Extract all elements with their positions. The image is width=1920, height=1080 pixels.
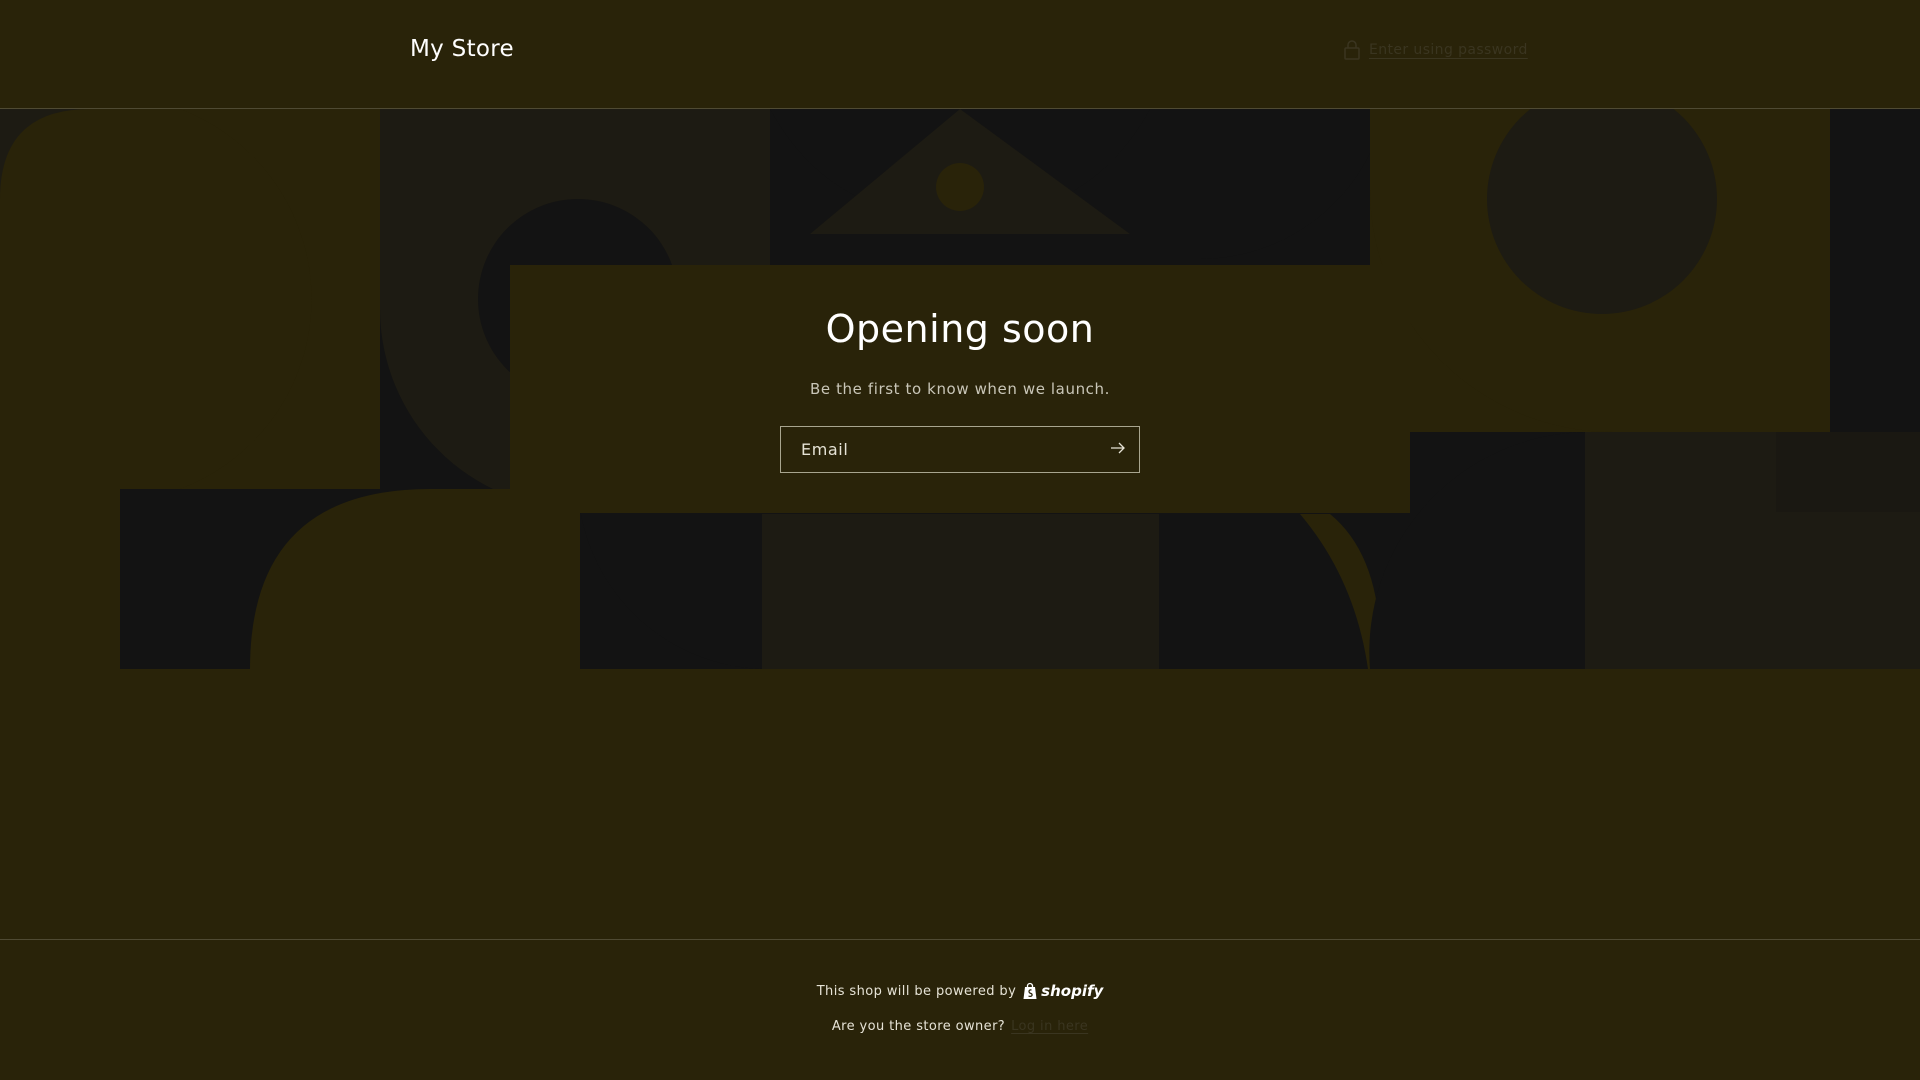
store-name[interactable]: My Store bbox=[410, 36, 514, 62]
shopify-logo[interactable]: shopify bbox=[1022, 982, 1103, 1000]
page-subtitle: Be the first to know when we launch. bbox=[809, 380, 1111, 398]
email-input[interactable] bbox=[781, 427, 1097, 472]
powered-by-text: This shop will be powered by bbox=[816, 983, 1017, 999]
newsletter-card: Opening soon Be the first to know when w… bbox=[510, 265, 1410, 513]
email-form bbox=[780, 426, 1140, 473]
shopify-wordmark: shopify bbox=[1041, 982, 1104, 1000]
enter-password-label[interactable]: Enter using password bbox=[1369, 42, 1528, 58]
shopify-bag-icon bbox=[1023, 982, 1037, 999]
powered-by: This shop will be powered by shopify bbox=[0, 982, 1920, 1000]
page-title: Opening soon bbox=[825, 307, 1095, 351]
store-owner-prompt: Are you the store owner? Log in here bbox=[0, 1019, 1920, 1034]
site-footer: This shop will be powered by shopify Are… bbox=[0, 939, 1920, 1080]
arrow-right-icon bbox=[1110, 442, 1126, 457]
subscribe-button[interactable] bbox=[1097, 427, 1139, 472]
lock-icon bbox=[1343, 40, 1361, 60]
login-link[interactable]: Log in here bbox=[1011, 1019, 1088, 1034]
owner-question: Are you the store owner? bbox=[831, 1019, 1006, 1034]
site-header: My Store Enter using password bbox=[0, 0, 1920, 109]
enter-password-link[interactable]: Enter using password bbox=[1343, 40, 1528, 60]
